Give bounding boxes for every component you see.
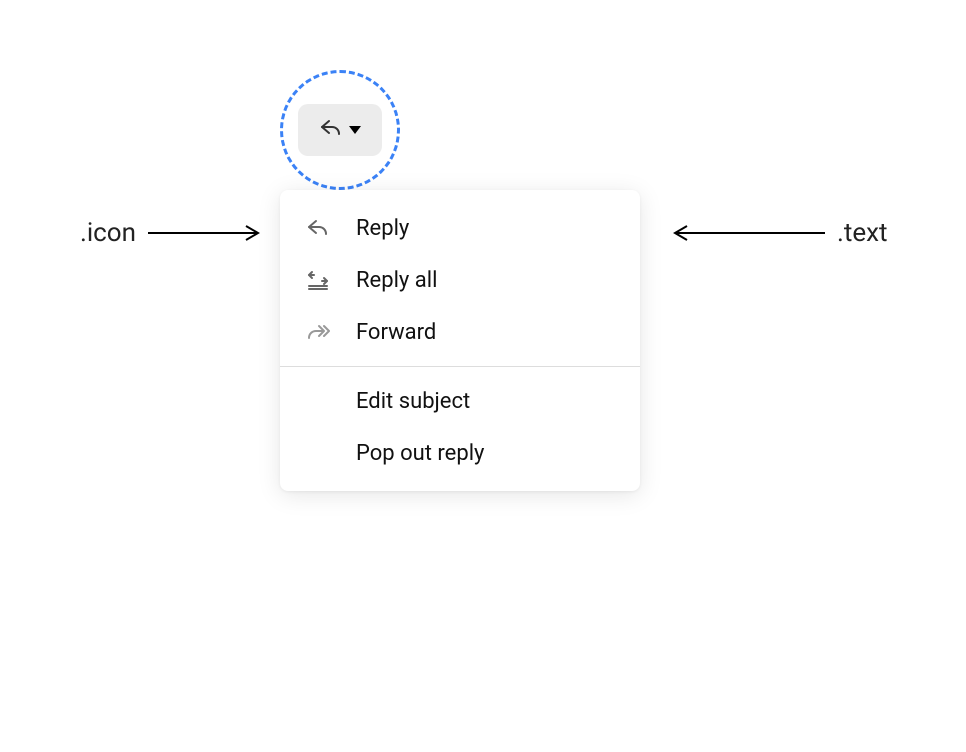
menu-item-label: Forward: [356, 320, 436, 345]
reply-all-icon: [304, 266, 332, 294]
menu-item-label: Edit subject: [356, 389, 470, 414]
reply-icon: [319, 116, 343, 144]
menu-item-reply[interactable]: Reply: [280, 202, 640, 254]
annotation-icon-label: .icon: [80, 218, 136, 248]
annotation-text: .text: [665, 218, 888, 248]
menu-item-label: Reply: [356, 216, 409, 241]
forward-icon: [304, 318, 332, 346]
reply-menu: Reply Reply all: [280, 190, 640, 491]
menu-item-label: Reply all: [356, 268, 437, 293]
reply-dropdown-button[interactable]: [298, 104, 382, 156]
menu-divider: [280, 366, 640, 367]
annotation-text-label: .text: [837, 218, 888, 248]
menu-item-pop-out-reply[interactable]: Pop out reply: [280, 427, 640, 479]
menu-item-forward[interactable]: Forward: [280, 306, 640, 358]
annotation-icon: .icon: [80, 218, 268, 248]
menu-item-reply-all[interactable]: Reply all: [280, 254, 640, 306]
no-icon: [304, 387, 332, 415]
no-icon: [304, 439, 332, 467]
arrow-left-icon: [665, 223, 825, 243]
menu-item-edit-subject[interactable]: Edit subject: [280, 375, 640, 427]
arrow-right-icon: [148, 223, 268, 243]
chevron-down-icon: [349, 126, 361, 134]
menu-item-label: Pop out reply: [356, 441, 484, 466]
reply-icon: [304, 214, 332, 242]
